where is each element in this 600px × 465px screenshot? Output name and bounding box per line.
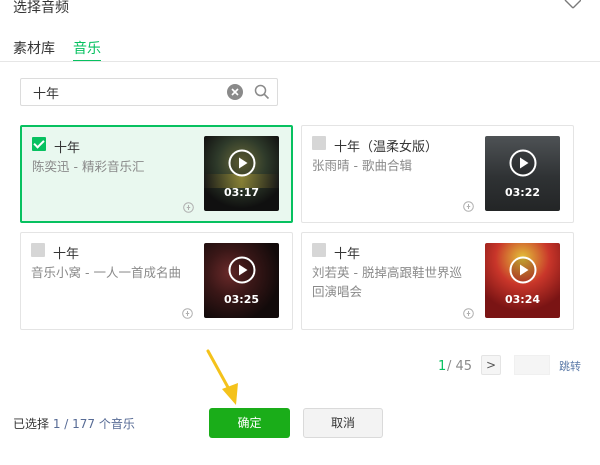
track-title: 十年	[334, 247, 361, 262]
album-cover[interactable]: 03:22	[485, 136, 560, 211]
tab-divider	[0, 61, 600, 62]
cancel-button[interactable]: 取消	[303, 408, 383, 438]
jump-button[interactable]: 跳转	[559, 358, 581, 374]
play-icon[interactable]	[509, 256, 537, 284]
track-card[interactable]: 十年 音乐小窝 - 一人一首成名曲 03:25	[20, 232, 293, 330]
next-page-button[interactable]: >	[481, 355, 501, 375]
current-page: 1	[438, 359, 447, 374]
track-card[interactable]: 十年（温柔女版） 张雨晴 - 歌曲合辑 03:22	[301, 125, 574, 223]
track-title: 十年（温柔女版）	[334, 140, 439, 155]
track-subtitle: 刘若英 - 脱掉高跟鞋世界巡回演唱会	[312, 265, 462, 299]
search-box	[20, 78, 278, 106]
clear-search-icon[interactable]	[227, 84, 243, 100]
dialog-title: 选择音频	[13, 0, 69, 16]
total-pages: / 45	[447, 359, 473, 374]
track-checkbox[interactable]	[32, 137, 46, 151]
track-checkbox[interactable]	[312, 136, 326, 150]
play-icon[interactable]	[228, 149, 256, 177]
album-cover[interactable]: 03:17	[204, 136, 279, 211]
close-icon[interactable]	[563, 0, 581, 10]
track-card[interactable]: 十年 刘若英 - 脱掉高跟鞋世界巡回演唱会 03:24	[301, 232, 574, 330]
play-icon[interactable]	[509, 149, 537, 177]
selected-prefix: 已选择	[13, 417, 50, 431]
track-subtitle: 张雨晴 - 歌曲合辑	[312, 158, 412, 173]
copyright-icon	[463, 201, 474, 212]
pointer-arrow-icon	[206, 349, 238, 405]
track-duration: 03:17	[223, 186, 259, 199]
track-duration: 03:25	[223, 293, 259, 306]
copyright-icon	[463, 308, 474, 319]
track-checkbox[interactable]	[31, 243, 45, 257]
page-jump-input[interactable]	[514, 355, 550, 375]
track-title: 十年	[54, 141, 81, 156]
track-subtitle: 陈奕迅 - 精彩音乐汇	[32, 159, 145, 174]
copyright-icon	[182, 308, 193, 319]
track-title: 十年	[53, 247, 80, 262]
track-duration: 03:24	[504, 293, 540, 306]
search-icon[interactable]	[254, 84, 270, 100]
album-cover[interactable]: 03:25	[204, 243, 279, 318]
tab-music[interactable]: 音乐	[73, 38, 103, 58]
search-input[interactable]	[33, 83, 223, 101]
album-cover[interactable]: 03:24	[485, 243, 560, 318]
play-icon[interactable]	[228, 256, 256, 284]
track-card[interactable]: 十年 陈奕迅 - 精彩音乐汇 03:17	[20, 125, 293, 223]
track-duration: 03:22	[504, 186, 540, 199]
selected-count-value: 1 / 177 个音乐	[52, 417, 135, 431]
track-checkbox[interactable]	[312, 243, 326, 257]
selected-count: 已选择 1 / 177 个音乐	[13, 415, 135, 432]
copyright-icon	[183, 202, 194, 213]
track-subtitle: 音乐小窝 - 一人一首成名曲	[31, 265, 181, 280]
tab-material-library[interactable]: 素材库	[13, 38, 55, 58]
